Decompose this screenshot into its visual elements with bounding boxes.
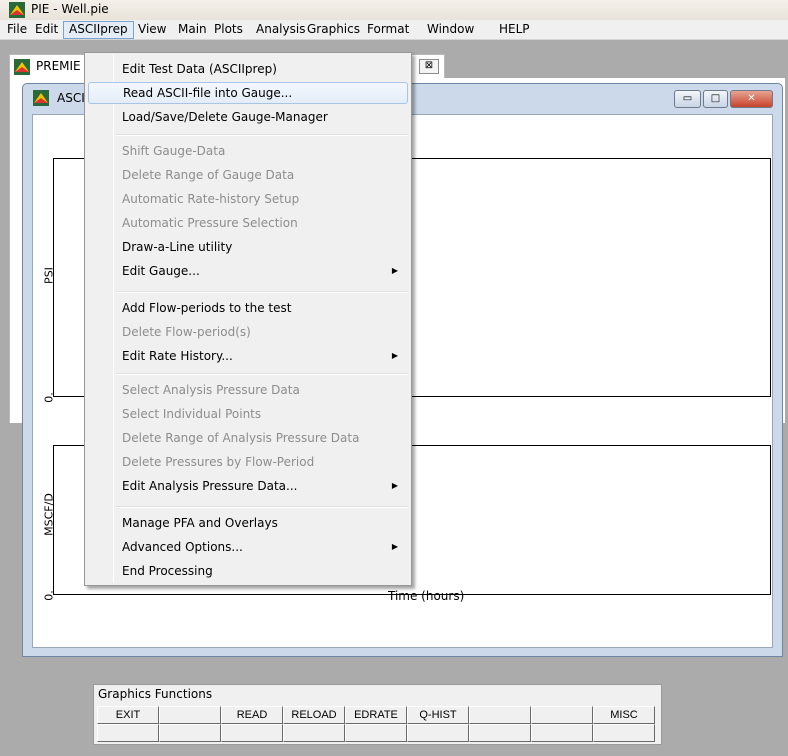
- menu-item-label: Delete Pressures by Flow-Period: [122, 455, 315, 469]
- gfx-button-empty-2-4[interactable]: [283, 724, 345, 742]
- gfx-button-empty-2-1[interactable]: [97, 724, 159, 742]
- menu-help[interactable]: HELP: [494, 21, 535, 39]
- pie-app-icon: [9, 2, 25, 18]
- gfx-button-empty-2-7[interactable]: [469, 724, 531, 742]
- gfx-button-empty-1-8[interactable]: [531, 706, 593, 724]
- menu-item-label: Read ASCII-file into Gauge...: [123, 86, 293, 100]
- menu-item-shift-gauge-data: Shift Gauge-Data: [88, 140, 408, 162]
- document-tab-label: PREMIE: [36, 59, 81, 73]
- menu-item-label: Edit Analysis Pressure Data...: [122, 479, 298, 493]
- menu-item-automatic-pressure-selection: Automatic Pressure Selection: [88, 212, 408, 234]
- menu-item-label: Shift Gauge-Data: [122, 144, 226, 158]
- menu-item-label: Edit Gauge...: [122, 264, 200, 278]
- menu-item-label: Select Individual Points: [122, 407, 262, 421]
- menu-item-edit-gauge[interactable]: Edit Gauge... ▶: [88, 260, 408, 282]
- menu-plots[interactable]: Plots: [209, 21, 248, 39]
- menu-graphics[interactable]: Graphics: [302, 21, 365, 39]
- gfx-button-empty-2-8[interactable]: [531, 724, 593, 742]
- gfx-button-exit[interactable]: EXIT: [97, 706, 159, 724]
- menu-separator: [116, 506, 408, 508]
- menu-format[interactable]: Format: [362, 21, 414, 39]
- menu-item-label: Automatic Rate-history Setup: [122, 192, 300, 206]
- menu-item-label: Load/Save/Delete Gauge-Manager: [122, 110, 328, 124]
- menu-item-label: Delete Flow-period(s): [122, 325, 251, 339]
- menu-separator: [116, 291, 408, 293]
- menu-item-edit-test-data-asciiprep[interactable]: Edit Test Data (ASCIIprep): [88, 58, 408, 80]
- pie-window-icon: [33, 90, 49, 106]
- pie-document-icon: [14, 59, 30, 75]
- plot-window-title: ASCI: [57, 91, 85, 105]
- menu-item-manage-pfa-and-overlays[interactable]: Manage PFA and Overlays: [88, 512, 408, 534]
- time-axis-label: Time (hours): [388, 589, 465, 603]
- submenu-arrow-icon: ▶: [391, 481, 398, 490]
- gfx-button-empty-2-5[interactable]: [345, 724, 407, 742]
- pressure-axis-label: PSI: [42, 267, 56, 284]
- submenu-arrow-icon: ▶: [391, 266, 398, 275]
- maximize-button[interactable]: □: [703, 90, 728, 108]
- gfx-button-empty-2-6[interactable]: [407, 724, 469, 742]
- graphics-functions-title: Graphics Functions: [98, 687, 213, 701]
- rate-axis-label: MSCF/D: [42, 493, 56, 536]
- asciiprep-dropdown-menu: Edit Test Data (ASCIIprep) Read ASCII-fil…: [84, 52, 412, 586]
- menu-item-edit-analysis-pressure-data[interactable]: Edit Analysis Pressure Data... ▶: [88, 475, 408, 497]
- pressure-axis-tick: 0.: [42, 392, 56, 403]
- menu-gutter: [113, 55, 114, 583]
- menu-item-add-flow-periods-to-the-test[interactable]: Add Flow-periods to the test: [88, 297, 408, 319]
- close-icon[interactable]: ⊠: [419, 59, 439, 74]
- rate-axis-tick: 0.: [42, 590, 56, 601]
- menu-edit[interactable]: Edit: [30, 21, 63, 39]
- menu-item-label: Edit Test Data (ASCIIprep): [122, 62, 277, 76]
- gfx-button-empty-1-7[interactable]: [469, 706, 531, 724]
- menu-item-label: Select Analysis Pressure Data: [122, 383, 300, 397]
- menu-separator: [116, 134, 408, 136]
- submenu-arrow-icon: ▶: [391, 351, 398, 360]
- menu-item-label: Manage PFA and Overlays: [122, 516, 278, 530]
- close-button[interactable]: ✕: [730, 90, 773, 108]
- menu-window[interactable]: Window: [422, 21, 479, 39]
- menu-file[interactable]: File: [2, 21, 32, 39]
- menu-item-draw-a-line-utility[interactable]: Draw-a-Line utility: [88, 236, 408, 258]
- menu-item-automatic-rate-history-setup: Automatic Rate-history Setup: [88, 188, 408, 210]
- gfx-button-empty-2-9[interactable]: [593, 724, 655, 742]
- minimize-button[interactable]: ▭: [674, 90, 701, 108]
- menu-item-label: Edit Rate History...: [122, 349, 233, 363]
- gfx-button-misc[interactable]: MISC: [593, 706, 655, 724]
- menu-item-end-processing[interactable]: End Processing: [88, 560, 408, 582]
- menu-item-read-ascii-file-into-gauge[interactable]: Read ASCII-file into Gauge...: [88, 82, 408, 104]
- menu-item-delete-flow-period-s: Delete Flow-period(s): [88, 321, 408, 343]
- menu-item-label: Draw-a-Line utility: [122, 240, 233, 254]
- gfx-button-empty-1-2[interactable]: [159, 706, 221, 724]
- graphics-functions-palette: Graphics Functions EXIT READ RELOAD EDRATE Q…: [93, 684, 662, 745]
- menu-item-label: Automatic Pressure Selection: [122, 216, 298, 230]
- menu-item-advanced-options[interactable]: Advanced Options... ▶: [88, 536, 408, 558]
- menu-item-label: Add Flow-periods to the test: [122, 301, 292, 315]
- menu-item-select-individual-points: Select Individual Points: [88, 403, 408, 425]
- menu-item-label: Delete Range of Gauge Data: [122, 168, 295, 182]
- gfx-button-edrate[interactable]: EDRATE: [345, 706, 407, 724]
- menu-view[interactable]: View: [133, 21, 171, 39]
- menu-item-label: End Processing: [122, 564, 213, 578]
- menu-item-select-analysis-pressure-data: Select Analysis Pressure Data: [88, 379, 408, 401]
- menu-item-delete-range-of-analysis-pressure-data: Delete Range of Analysis Pressure Data: [88, 427, 408, 449]
- menu-item-edit-rate-history[interactable]: Edit Rate History... ▶: [88, 345, 408, 367]
- gfx-button-read[interactable]: READ: [221, 706, 283, 724]
- gfx-button-empty-2-2[interactable]: [159, 724, 221, 742]
- menu-item-label: Advanced Options...: [122, 540, 243, 554]
- gfx-button-reload[interactable]: RELOAD: [283, 706, 345, 724]
- menu-main[interactable]: Main: [173, 21, 212, 39]
- window-title: PIE - Well.pie: [31, 2, 109, 16]
- gfx-button-q-hist[interactable]: Q-HIST: [407, 706, 469, 724]
- menu-asciiprep[interactable]: ASCIIprep: [63, 21, 134, 39]
- menu-separator: [116, 373, 408, 375]
- menu-item-delete-range-of-gauge-data: Delete Range of Gauge Data: [88, 164, 408, 186]
- title-bar: PIE - Well.pie: [0, 0, 788, 20]
- menu-item-delete-pressures-by-flow-period: Delete Pressures by Flow-Period: [88, 451, 408, 473]
- menu-item-load-save-delete-gauge-manager[interactable]: Load/Save/Delete Gauge-Manager: [88, 106, 408, 128]
- menu-item-label: Delete Range of Analysis Pressure Data: [122, 431, 360, 445]
- gfx-button-empty-2-3[interactable]: [221, 724, 283, 742]
- submenu-arrow-icon: ▶: [391, 542, 398, 551]
- menu-bar: File Edit ASCIIprep View Main Plots Analysis Gr…: [0, 20, 788, 40]
